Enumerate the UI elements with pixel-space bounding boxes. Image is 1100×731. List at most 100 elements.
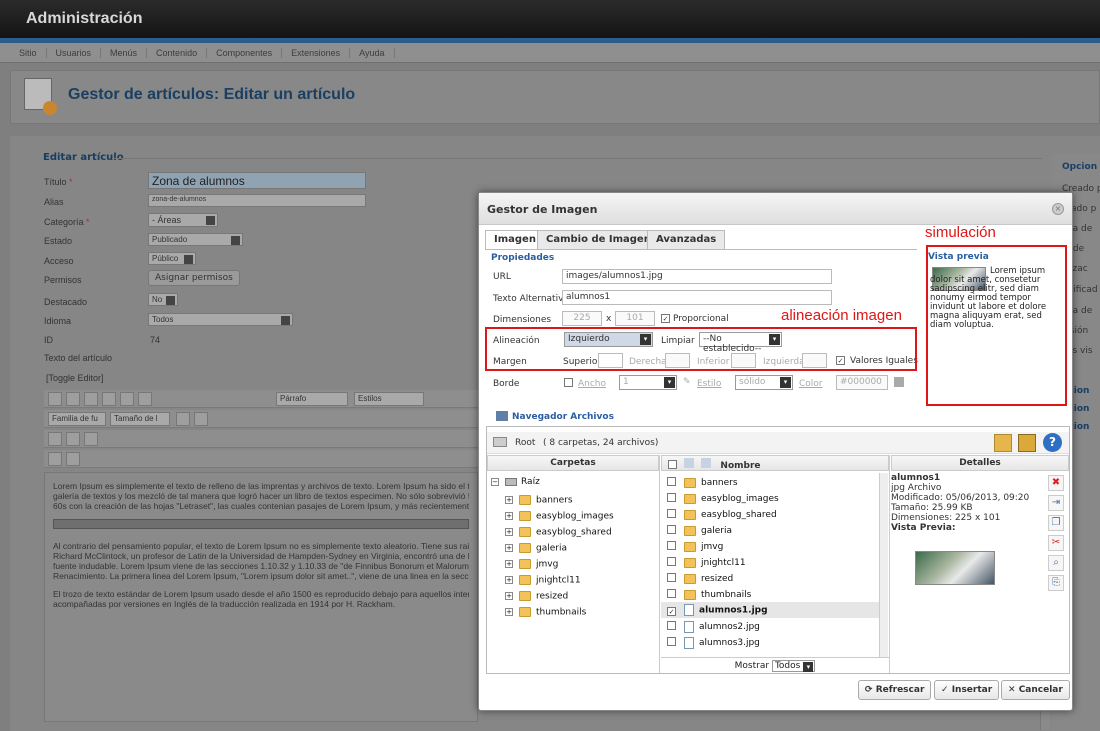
estilo-select[interactable]: sólido ▾ [735, 375, 793, 390]
menu-item-extensiones[interactable]: Extensiones [282, 47, 351, 58]
borde-checkbox[interactable] [564, 378, 573, 387]
tree-item[interactable]: + jnightcl11 [505, 575, 581, 586]
item-checkbox[interactable] [667, 525, 676, 534]
item-checkbox[interactable] [667, 493, 676, 502]
item-checkbox[interactable] [667, 621, 676, 630]
item-checkbox[interactable] [667, 509, 676, 518]
parrafo-select[interactable]: Párrafo [276, 392, 348, 406]
acceso-select[interactable]: Público [148, 252, 196, 265]
expand-icon[interactable]: + [505, 528, 513, 536]
paragraph-mark-icon[interactable] [66, 452, 80, 466]
upload-icon[interactable] [994, 434, 1012, 452]
item-checkbox[interactable]: ✓ [667, 606, 676, 616]
menu-item-usuarios[interactable]: Usuarios [47, 47, 102, 58]
list-item[interactable]: alumnos2.jpg [661, 618, 879, 634]
menu-item-contenido[interactable]: Contenido [147, 47, 208, 58]
expand-icon[interactable]: + [505, 496, 513, 504]
url-input[interactable]: images/alumnos1.jpg [562, 269, 832, 284]
close-icon[interactable]: × [1052, 203, 1064, 215]
tab-imagen[interactable]: Imagen [485, 230, 545, 250]
expand-icon[interactable]: + [505, 560, 513, 568]
item-checkbox[interactable] [667, 477, 676, 486]
help-icon[interactable] [48, 392, 62, 406]
item-checkbox[interactable] [667, 541, 676, 550]
tree-item[interactable]: + banners [505, 495, 573, 506]
menu-item-sitio[interactable]: Sitio [10, 47, 47, 58]
menu-item-menus[interactable]: Menús [101, 47, 148, 58]
tree-item[interactable]: + galeria [505, 543, 567, 554]
nombre-column-header[interactable]: Nombre [661, 455, 889, 471]
insert-icon[interactable]: ⇥ [1048, 495, 1064, 511]
expand-icon[interactable]: + [505, 576, 513, 584]
sort-icon[interactable] [701, 458, 712, 468]
options-heading[interactable]: Opcion [1062, 162, 1097, 172]
cancelar-button[interactable]: ✕ Cancelar [1001, 680, 1070, 700]
image-icon[interactable] [84, 432, 98, 446]
strikethrough-icon[interactable] [138, 392, 152, 406]
categoria-select[interactable]: - Áreas [148, 213, 218, 227]
alias-input[interactable]: zona-de-alumnos [148, 194, 366, 207]
item-checkbox[interactable] [667, 557, 676, 566]
proporcional-checkbox[interactable]: ✓ [661, 314, 670, 323]
tree-item[interactable]: + easyblog_shared [505, 527, 612, 538]
tree-item[interactable]: + thumbnails [505, 607, 586, 618]
expand-icon[interactable]: + [505, 592, 513, 600]
list-item[interactable]: banners [661, 474, 879, 490]
toggle-editor-link[interactable]: [Toggle Editor] [46, 373, 104, 383]
list-item[interactable]: galeria [661, 522, 879, 538]
tab-cambio-de-imagen[interactable]: Cambio de Imagen [537, 230, 660, 249]
destacado-select[interactable]: No [148, 293, 178, 306]
rtl-icon[interactable] [66, 432, 80, 446]
tree-root[interactable]: − Raíz [491, 477, 540, 487]
item-checkbox[interactable] [667, 589, 676, 598]
italic-icon[interactable] [102, 392, 116, 406]
insertar-button[interactable]: ✓ Insertar [934, 680, 1000, 700]
menu-item-ayuda[interactable]: Ayuda [350, 47, 395, 58]
table-icon[interactable] [48, 452, 62, 466]
list-item[interactable]: jnightcl11 [661, 554, 879, 570]
highlight-icon[interactable] [194, 412, 208, 426]
expand-icon[interactable]: + [505, 512, 513, 520]
height-input[interactable]: 101 [615, 311, 655, 326]
ancho-select[interactable]: 1 ▾ [619, 375, 677, 390]
list-item-selected[interactable]: ✓ alumnos1.jpg [661, 602, 879, 618]
new-document-icon[interactable] [66, 392, 80, 406]
paste-icon[interactable]: ⎘ [1048, 575, 1064, 591]
tree-item[interactable]: + easyblog_images [505, 511, 614, 522]
item-checkbox[interactable] [667, 637, 676, 646]
expand-icon[interactable]: + [505, 544, 513, 552]
text-color-icon[interactable] [176, 412, 190, 426]
zoom-icon[interactable]: ⌕ [1048, 555, 1064, 571]
article-editor[interactable]: Lorem Ipsum es simplemente el texto de r… [44, 472, 478, 722]
root-link[interactable]: Root [515, 438, 535, 448]
new-folder-icon[interactable] [1018, 434, 1036, 452]
bold-icon[interactable] [84, 392, 98, 406]
estado-select[interactable]: Publicado [148, 233, 243, 246]
font-family-select[interactable]: Familia de fu [48, 412, 106, 426]
width-input[interactable]: 225 [562, 311, 602, 326]
alt-input[interactable]: alumnos1 [562, 290, 832, 305]
list-item[interactable]: resized [661, 570, 879, 586]
estilos-select[interactable]: Estilos [354, 392, 424, 406]
color-swatch[interactable] [894, 377, 904, 387]
mostrar-select[interactable]: Todos ▾ [771, 660, 816, 672]
tab-avanzadas[interactable]: Avanzadas [647, 230, 726, 249]
sort-icon[interactable] [684, 458, 695, 468]
ltr-icon[interactable] [48, 432, 62, 446]
list-item[interactable]: easyblog_images [661, 490, 879, 506]
tree-item[interactable]: + jmvg [505, 559, 558, 570]
select-all-checkbox[interactable] [668, 460, 677, 469]
font-size-select[interactable]: Tamaño de l [110, 412, 170, 426]
list-item[interactable]: easyblog_shared [661, 506, 879, 522]
underline-icon[interactable] [120, 392, 134, 406]
cut-icon[interactable]: ✂ [1048, 535, 1064, 551]
file-list-scrollbar[interactable] [879, 473, 888, 657]
asignar-permisos-button[interactable]: Asignar permisos [148, 270, 240, 286]
item-checkbox[interactable] [667, 573, 676, 582]
idioma-select[interactable]: Todos [148, 313, 293, 326]
color-input[interactable]: #000000 [836, 375, 888, 390]
refrescar-button[interactable]: ⟳ Refrescar [858, 680, 932, 700]
tree-item[interactable]: + resized [505, 591, 568, 602]
titulo-input[interactable]: Zona de alumnos [148, 172, 366, 189]
copy-icon[interactable]: ❐ [1048, 515, 1064, 531]
